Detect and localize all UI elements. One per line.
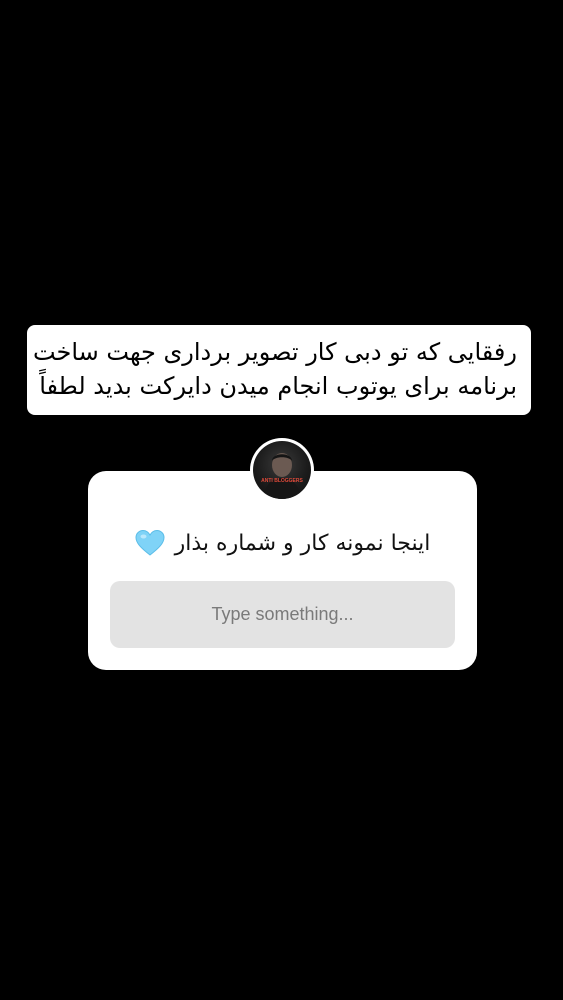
story-caption: رفقایی که تو دبی کار تصویر برداری جهت سا… [27,325,531,415]
caption-line-1: رفقایی که تو دبی کار تصویر برداری جهت سا… [32,338,517,366]
avatar: ANTI BLOGGERS [253,441,311,499]
question-row: اینجا نمونه کار و شماره بذار [88,523,477,563]
caption-line-2: برنامه برای یوتوب انجام میدن دایرکت بدید… [39,372,517,400]
light-blue-heart-icon [135,529,165,557]
profile-avatar-ring: ANTI BLOGGERS [250,438,314,502]
question-text: اینجا نمونه کار و شماره بذار [174,530,431,556]
story-screen: رفقایی که تو دبی کار تصویر برداری جهت سا… [0,0,563,1000]
answer-placeholder: Type something... [211,604,354,624]
answer-input[interactable]: Type something... [110,581,455,648]
avatar-logo-text: ANTI BLOGGERS [261,478,303,484]
